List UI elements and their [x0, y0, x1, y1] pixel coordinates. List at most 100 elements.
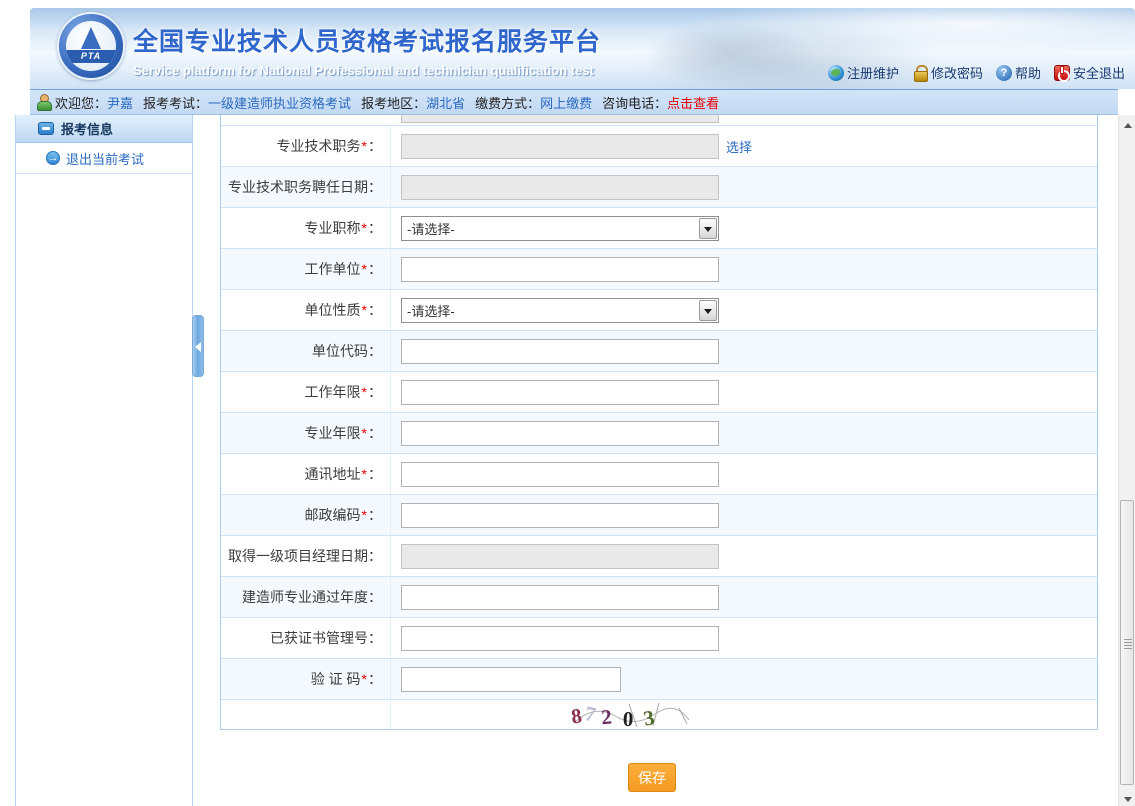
sidebar: 报考信息 退出当前考试 — [15, 115, 193, 806]
field-label: 邮政编码*： — [221, 495, 391, 535]
field-control — [391, 372, 1097, 412]
pta-logo-text: PTA — [66, 50, 116, 63]
field-label: 专业职称*： — [221, 208, 391, 248]
header-link[interactable]: 修改密码 — [912, 63, 983, 82]
captcha-digit: 0 — [622, 705, 633, 731]
field-label: 工作单位*： — [221, 249, 391, 289]
field-label: 专业技术职务*： — [221, 126, 391, 166]
sidebar-collapse-handle[interactable] — [192, 315, 204, 377]
field-label: 验 证 码*： — [221, 659, 391, 699]
header-link[interactable]: 安全退出 — [1054, 63, 1125, 82]
captcha-input[interactable] — [401, 667, 621, 692]
save-button[interactable]: 保存 — [628, 763, 676, 792]
required-asterisk: * — [362, 384, 367, 400]
field-control — [391, 659, 1097, 699]
text-input[interactable] — [401, 585, 719, 610]
text-input[interactable] — [401, 380, 719, 405]
globe-icon — [828, 65, 844, 81]
form-row: 专业技术职务*： 选择 — [221, 126, 1097, 167]
selected-option: -请选择- — [402, 301, 455, 320]
form-rows: 专业技术职务*：选择专业技术职务聘任日期：专业职称*：-请选择-工作单位*：单位… — [221, 126, 1097, 730]
dropdown-arrow-icon[interactable] — [699, 218, 717, 239]
field-label: 专业技术职务聘任日期： — [221, 167, 391, 207]
field-control: -请选择- — [391, 208, 1097, 248]
segment-label: 报考地区： — [361, 93, 426, 112]
header-links: 注册维护 修改密码 帮助 安全退出 — [828, 63, 1125, 82]
welcome-bar-segment: 咨询电话：点击查看 — [602, 93, 719, 112]
power-icon — [1054, 65, 1070, 81]
selected-option: -请选择- — [402, 219, 455, 238]
welcome-bar-segment: 缴费方式：网上缴费 — [475, 93, 592, 112]
field-control — [391, 618, 1097, 658]
sidebar-section-header[interactable]: 报考信息 — [16, 115, 192, 143]
sidebar-item-exit-exam[interactable]: 退出当前考试 — [16, 143, 192, 174]
text-input[interactable] — [401, 503, 719, 528]
form-row: 87203 — [221, 700, 1097, 730]
vertical-scrollbar[interactable] — [1118, 115, 1135, 806]
field-label: 通讯地址*： — [221, 454, 391, 494]
scroll-down-arrow-icon — [1124, 797, 1132, 802]
required-asterisk: * — [362, 466, 367, 482]
field-control — [391, 577, 1097, 617]
form-row: 已获证书管理号： — [221, 618, 1097, 659]
header-link[interactable]: 帮助 — [996, 63, 1041, 82]
text-input[interactable] — [401, 462, 719, 487]
field-control — [391, 331, 1097, 371]
field-label: 取得一级项目经理日期： — [221, 536, 391, 576]
form-row: 专业技术职务聘任日期： — [221, 167, 1097, 208]
sidebar-section-title: 报考信息 — [61, 119, 113, 138]
segment-label: 欢迎您： — [55, 93, 107, 112]
segment-value: 网上缴费 — [540, 93, 592, 112]
header-link-label: 帮助 — [1015, 63, 1041, 82]
select-link[interactable]: 选择 — [726, 137, 752, 156]
disabled-input — [401, 134, 719, 159]
dropdown-select[interactable]: -请选择- — [401, 216, 719, 241]
form-row: 单位性质*：-请选择- — [221, 290, 1097, 331]
field-label: 单位代码： — [221, 331, 391, 371]
user-avatar-icon — [36, 94, 51, 110]
pta-logo-circle: PTA — [57, 12, 125, 80]
header-titles: 全国专业技术人员资格考试报名服务平台 Service platform for … — [133, 22, 601, 78]
text-input[interactable] — [401, 421, 719, 446]
welcome-bar: 欢迎您：尹嘉报考考试：一级建造师执业资格考试报考地区：湖北省缴费方式：网上缴费咨… — [30, 89, 1118, 115]
field-control — [391, 167, 1097, 207]
pta-logo-emblem: PTA — [66, 21, 116, 71]
dropdown-arrow-icon[interactable] — [699, 300, 717, 321]
field-label — [221, 700, 391, 729]
pta-logo: PTA — [57, 12, 127, 82]
field-control: 87203 — [391, 700, 1097, 729]
scroll-up-button[interactable] — [1119, 115, 1135, 132]
field-control — [391, 454, 1097, 494]
form-row: 专业年限*： — [221, 413, 1097, 454]
scroll-down-button[interactable] — [1119, 789, 1135, 806]
segment-value: 尹嘉 — [107, 93, 133, 112]
text-input[interactable] — [401, 339, 719, 364]
required-asterisk: * — [362, 302, 367, 318]
arrow-right-icon — [46, 151, 60, 165]
segment-value: 一级建造师执业资格考试 — [208, 93, 351, 112]
header-link[interactable]: 注册维护 — [828, 63, 899, 82]
scrollbar-thumb[interactable] — [1120, 500, 1134, 785]
field-label: 专业年限*： — [221, 413, 391, 453]
welcome-bar-segment: 报考地区：湖北省 — [361, 93, 465, 112]
header-link-label: 安全退出 — [1073, 63, 1125, 82]
header-link-label: 注册维护 — [847, 63, 899, 82]
form-row: 通讯地址*： — [221, 454, 1097, 495]
segment-label: 咨询电话： — [602, 93, 667, 112]
form-row: 邮政编码*： — [221, 495, 1097, 536]
disabled-input — [401, 175, 719, 200]
required-asterisk: * — [362, 671, 367, 687]
text-input[interactable] — [401, 257, 719, 282]
segment-label: 缴费方式： — [475, 93, 540, 112]
field-control — [391, 495, 1097, 535]
segment-label: 报考考试： — [143, 93, 208, 112]
phone-view-link[interactable]: 点击查看 — [667, 93, 719, 112]
field-control — [391, 249, 1097, 289]
field-label: 工作年限*： — [221, 372, 391, 412]
dropdown-select[interactable]: -请选择- — [401, 298, 719, 323]
form-row: 工作单位*： — [221, 249, 1097, 290]
field-control — [391, 536, 1097, 576]
text-input[interactable] — [401, 626, 719, 651]
header-link-label: 修改密码 — [931, 63, 983, 82]
site-subtitle: Service platform for National Profession… — [133, 63, 601, 78]
